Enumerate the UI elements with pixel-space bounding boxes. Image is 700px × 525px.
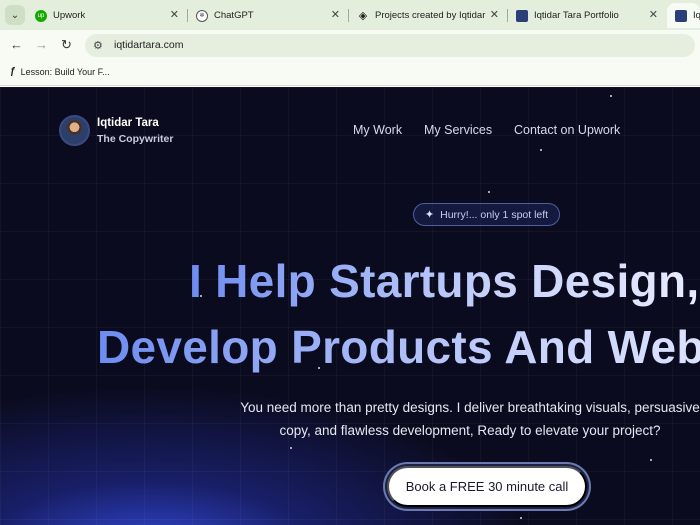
brand-logo[interactable]: Iqtidar Tara The Copywriter: [59, 115, 173, 146]
nav-contact-upwork[interactable]: Contact on Upwork: [514, 123, 620, 137]
framer-logo-icon: ƒ: [10, 66, 16, 77]
tab-search-button[interactable]: ⌄: [5, 5, 25, 25]
tab-chatgpt[interactable]: ✲ ChatGPT ✕: [188, 3, 348, 28]
tab-upwork[interactable]: up Upwork ✕: [27, 3, 187, 28]
website-viewport: Iqtidar Tara The Copywriter My Work My S…: [0, 87, 700, 525]
tab-active[interactable]: Iq: [667, 3, 700, 28]
figma-logo-icon: ◈: [358, 10, 368, 22]
bookmark-item[interactable]: ƒ Lesson: Build Your F...: [10, 66, 110, 77]
browser-toolbar: ← → ↻ ⚙ iqtidartara.com: [0, 30, 700, 60]
star-decoration: [520, 517, 522, 519]
address-bar[interactable]: ⚙ iqtidartara.com: [85, 34, 695, 57]
site-info-icon[interactable]: ⚙: [93, 39, 103, 52]
close-icon[interactable]: ✕: [490, 8, 499, 21]
star-decoration: [610, 95, 612, 97]
tab-strip: ⌄ up Upwork ✕ ✲ ChatGPT ✕ ◈ Projects cre…: [0, 0, 700, 30]
hero-heading-line-2: Develop Products And Websites: [97, 320, 700, 374]
chatgpt-logo-icon: ✲: [196, 9, 208, 22]
portfolio-favicon-icon: [516, 9, 528, 22]
upwork-logo-icon: up: [35, 9, 47, 22]
star-decoration: [290, 447, 292, 449]
url-text[interactable]: iqtidartara.com: [114, 39, 183, 51]
brand-tagline: The Copywriter: [97, 132, 174, 145]
star-decoration: [488, 191, 490, 193]
close-icon[interactable]: ✕: [649, 8, 658, 21]
nav-my-work[interactable]: My Work: [353, 123, 402, 137]
reload-icon[interactable]: ↻: [61, 37, 72, 53]
portfolio-favicon-icon: [675, 9, 687, 22]
close-icon[interactable]: ✕: [170, 8, 179, 21]
tab-figma-projects[interactable]: ◈ Projects created by Iqtidar H ✕: [349, 3, 507, 28]
availability-badge: ✦ Hurry!... only 1 spot left: [413, 203, 560, 226]
tab-portfolio[interactable]: Iqtidar Tara Portfolio ✕: [508, 3, 666, 28]
forward-arrow-icon[interactable]: →: [35, 37, 48, 52]
star-decoration: [540, 149, 542, 151]
nav-my-services[interactable]: My Services: [424, 123, 492, 137]
hero-subtext: You need more than pretty designs. I del…: [240, 400, 700, 438]
sparkle-icon: ✦: [424, 209, 435, 221]
bookmarks-bar: ƒ Lesson: Build Your F...: [0, 60, 700, 86]
hero-heading-line-1: I Help Startups Design,: [189, 255, 700, 307]
avatar: [59, 115, 90, 146]
book-call-button[interactable]: Book a FREE 30 minute call: [387, 466, 587, 507]
brand-name: Iqtidar Tara: [97, 116, 159, 129]
star-decoration: [650, 459, 652, 461]
back-arrow-icon[interactable]: ←: [10, 37, 23, 52]
close-icon[interactable]: ✕: [331, 8, 340, 21]
